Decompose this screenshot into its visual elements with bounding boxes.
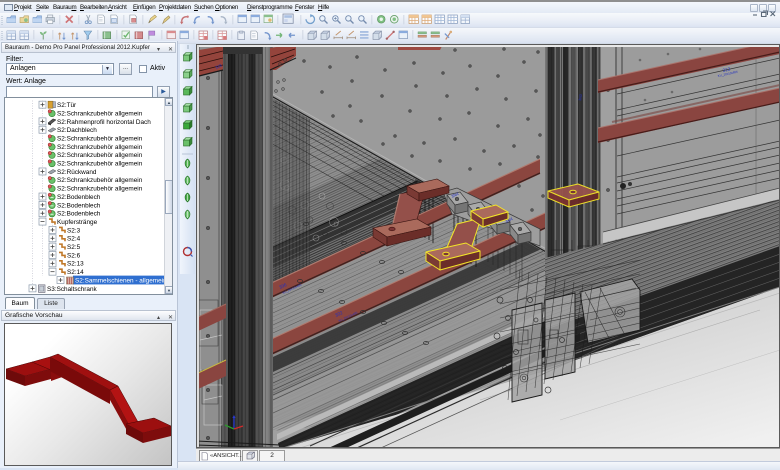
svg-text:S2:Rahmenprofil horizontal Dac: S2:Rahmenprofil horizontal Dach [57,119,151,126]
svg-text:S2:Schrankzubehör allgemein: S2:Schrankzubehör allgemein [57,186,143,193]
svg-text:S2:6: S2:6 [67,252,81,259]
svg-text:S2:Dachblech: S2:Dachblech [57,127,97,134]
svg-text:S2:13: S2:13 [67,261,84,268]
svg-text:S2:Schrankzubehör allgemein: S2:Schrankzubehör allgemein [57,161,143,168]
svg-text:S2:4: S2:4 [67,236,81,243]
svg-text:S2:Schrankzubehör allgemein: S2:Schrankzubehör allgemein [57,135,143,142]
svg-text:S2:Schrankzubehör allgemein: S2:Schrankzubehör allgemein [57,144,143,151]
svg-text:S2:Tür: S2:Tür [57,102,77,109]
svg-text:S2:Sammelschienen - allgemein: S2:Sammelschienen - allgemein [75,277,165,284]
svg-text:S2:Schrankzubehör allgemein: S2:Schrankzubehör allgemein [57,177,143,184]
svg-text:S2:5: S2:5 [67,244,81,251]
svg-text:S2:Rückwand: S2:Rückwand [57,169,97,176]
svg-text:S2:14: S2:14 [67,269,84,276]
svg-text:S2:3: S2:3 [67,227,81,234]
svg-text:Kupferstränge: Kupferstränge [57,219,98,226]
svg-text:S2:Bodenblech: S2:Bodenblech [57,194,101,201]
svg-text:S2:Schrankzubehör allgemein: S2:Schrankzubehör allgemein [57,152,143,159]
svg-text:S3:Schaltschrank: S3:Schaltschrank [47,286,98,293]
svg-text:S2:Bodenblech: S2:Bodenblech [57,202,101,209]
svg-text:S2:Schrankzubehör allgemein: S2:Schrankzubehör allgemein [57,110,143,117]
svg-text:S2:Bodenblech: S2:Bodenblech [57,211,101,218]
